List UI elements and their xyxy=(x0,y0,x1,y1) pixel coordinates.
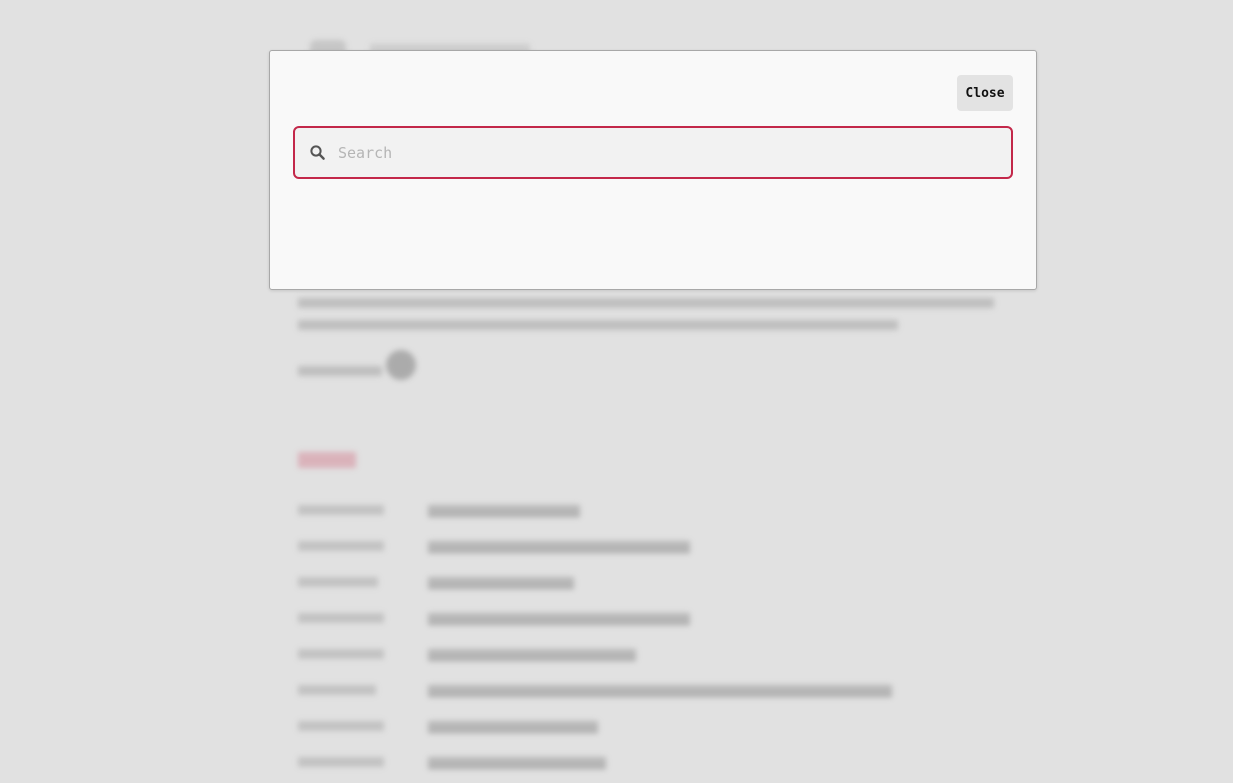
post-date xyxy=(298,613,384,623)
post-date xyxy=(298,505,384,515)
post-link xyxy=(428,577,574,589)
post-link xyxy=(428,649,636,661)
avatar xyxy=(386,350,416,380)
author-text xyxy=(298,366,382,376)
intro-text-line xyxy=(298,298,994,308)
post-link xyxy=(428,757,606,769)
post-date xyxy=(298,721,384,731)
post-date xyxy=(298,541,384,551)
close-button[interactable]: Close xyxy=(957,75,1013,111)
posts-heading xyxy=(298,452,356,468)
search-input[interactable] xyxy=(338,138,998,167)
post-link xyxy=(428,685,892,697)
search-icon xyxy=(309,144,327,162)
post-link xyxy=(428,541,690,553)
post-date xyxy=(298,757,384,767)
post-date xyxy=(298,685,376,695)
post-date xyxy=(298,577,378,587)
intro-text-line xyxy=(298,320,898,330)
post-link xyxy=(428,505,580,517)
post-link xyxy=(428,721,598,733)
post-date xyxy=(298,649,384,659)
search-field[interactable] xyxy=(293,126,1013,179)
post-link xyxy=(428,613,690,625)
search-dialog: Close xyxy=(269,50,1037,290)
